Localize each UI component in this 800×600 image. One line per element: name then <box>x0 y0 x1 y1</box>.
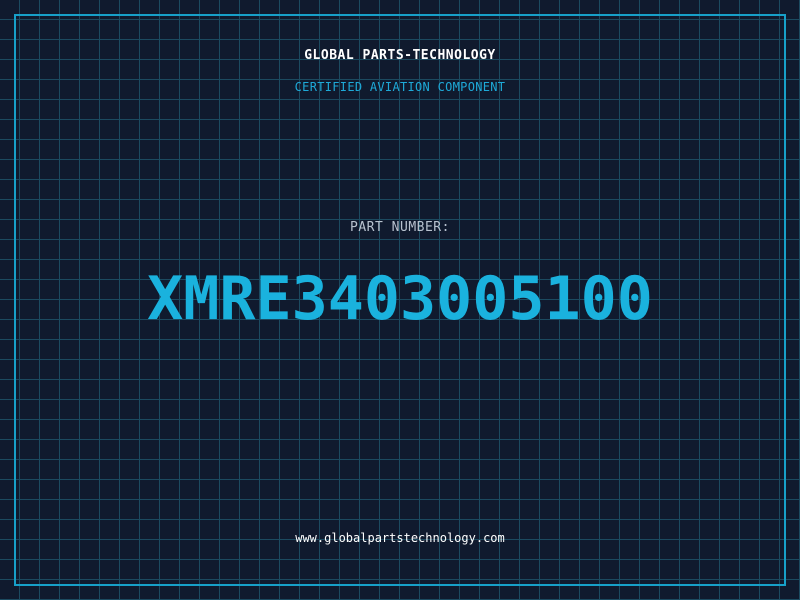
card-canvas: GLOBAL PARTS-TECHNOLOGY CERTIFIED AVIATI… <box>0 0 800 600</box>
company-name: GLOBAL PARTS-TECHNOLOGY <box>304 48 496 63</box>
part-number-value: XMRE3403005100 <box>147 264 653 334</box>
certification-subtitle: CERTIFIED AVIATION COMPONENT <box>294 80 506 94</box>
part-number-label: PART NUMBER: <box>350 220 450 235</box>
website-url: www.globalpartstechnology.com <box>295 531 505 545</box>
